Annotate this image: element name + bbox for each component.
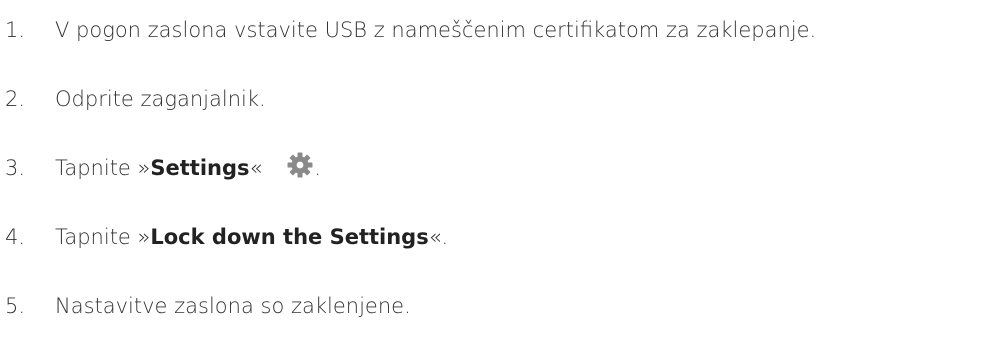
step-text: V pogon zaslona vstavite USB z nameščeni… <box>55 18 817 42</box>
step-text-suffix: « <box>249 156 263 180</box>
step-number: 1. <box>5 18 26 42</box>
gear-icon <box>286 151 314 179</box>
lock-down-settings-label: Lock down the Settings <box>150 225 429 249</box>
step-text-suffix: «. <box>428 225 449 249</box>
step-text-prefix: Tapnite » <box>55 225 151 249</box>
step-5: 5. Nastavitve zaslona so zaklenjene. <box>0 288 411 324</box>
step-text-prefix: Tapnite » <box>55 156 151 180</box>
step-1: 1. V pogon zaslona vstavite USB z namešč… <box>0 12 816 48</box>
step-end-period: . <box>314 156 322 180</box>
instruction-steps: 1. V pogon zaslona vstavite USB z namešč… <box>0 0 1007 338</box>
step-text: Odprite zaganjalnik. <box>55 87 266 111</box>
step-4: 4. Tapnite » Lock down the Settings «. <box>0 219 448 255</box>
step-3: 3. Tapnite » Settings « . <box>0 150 321 186</box>
step-text: Nastavitve zaslona so zaklenjene. <box>55 294 411 318</box>
step-number: 3. <box>5 156 26 180</box>
step-number: 5. <box>5 294 26 318</box>
step-number: 4. <box>5 225 26 249</box>
step-number: 2. <box>5 87 26 111</box>
step-2: 2. Odprite zaganjalnik. <box>0 81 266 117</box>
settings-label: Settings <box>150 156 250 180</box>
